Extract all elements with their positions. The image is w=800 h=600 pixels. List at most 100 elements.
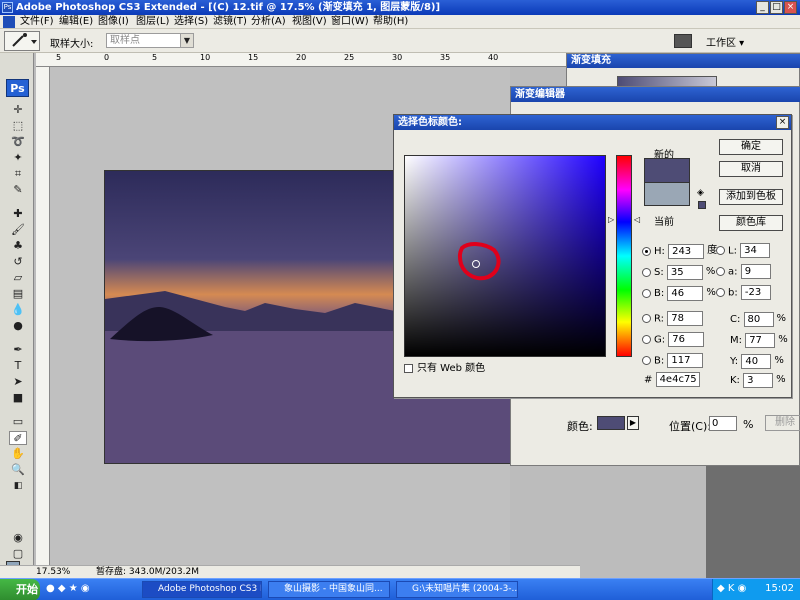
healing-brush-icon[interactable]: ✚ — [9, 207, 27, 221]
saturation-brightness-field[interactable] — [404, 155, 606, 357]
red-radio[interactable] — [642, 314, 651, 323]
black-row: K: 3% — [730, 372, 786, 388]
cancel-button[interactable]: 取消 — [719, 161, 783, 177]
menu-window[interactable]: 窗口(W) — [331, 15, 369, 29]
pen-tool-icon[interactable]: ✒ — [9, 343, 27, 357]
close-button[interactable]: × — [784, 1, 797, 14]
only-web-colors[interactable]: 只有 Web 颜色 — [404, 361, 485, 377]
window-title-bar[interactable]: Adobe Photoshop CS3 Extended - [(C) 12.t… — [0, 0, 800, 15]
brightness-radio[interactable] — [642, 288, 651, 298]
start-button[interactable]: 开始 — [0, 579, 40, 600]
workspace-button[interactable]: 工作区 ▾ — [706, 34, 744, 49]
checkbox[interactable] — [404, 363, 413, 373]
yellow-field[interactable]: 40 — [741, 353, 772, 369]
menu-edit[interactable]: 编辑(E) — [59, 15, 93, 29]
saturation-field[interactable]: 35 — [666, 264, 703, 280]
status-bar: 17.53% 暂存盘: 343.0M/203.2M — [0, 565, 580, 579]
path-selection-icon[interactable]: ➤ — [9, 375, 27, 389]
menu-help[interactable]: 帮助(H) — [373, 15, 408, 29]
hex-field[interactable]: 4e4c75 — [655, 372, 700, 387]
type-tool-icon[interactable]: T — [9, 359, 27, 373]
task-browser[interactable]: 象山摄影 - 中国象山同... — [268, 581, 390, 598]
color-stop-swatch[interactable] — [597, 416, 625, 430]
menu-select[interactable]: 选择(S) — [174, 15, 208, 29]
color-libraries-button[interactable]: 颜色库 — [719, 215, 783, 231]
gradient-fill-title: 渐变填充 — [567, 54, 800, 68]
menu-view[interactable]: 视图(V) — [292, 15, 327, 29]
current-color-swatch[interactable] — [644, 182, 690, 206]
green-field[interactable]: 76 — [668, 332, 705, 347]
lab-b-row: b: -23 — [716, 285, 771, 301]
position-field[interactable]: 0 — [709, 416, 737, 431]
add-to-swatches-button[interactable]: 添加到色板 — [719, 189, 783, 205]
task-photoshop[interactable]: Adobe Photoshop CS3 E... — [142, 581, 262, 598]
lasso-tool-icon[interactable]: ➰ — [9, 135, 27, 149]
history-brush-icon[interactable]: ↺ — [9, 255, 27, 269]
web-safe-swatch[interactable] — [698, 201, 706, 209]
menu-image[interactable]: 图像(I) — [98, 15, 129, 29]
quick-mask-icon[interactable]: ◉ — [9, 531, 27, 545]
brush-tool-icon[interactable]: 🖌 — [9, 223, 27, 237]
palette-icon[interactable] — [674, 34, 692, 48]
magenta-row: M: 77% — [730, 332, 788, 348]
lab-l-field[interactable]: 34 — [740, 243, 771, 258]
lab-l-radio[interactable] — [716, 246, 725, 255]
gradient-tool-icon[interactable]: ▤ — [9, 287, 27, 301]
quick-launch-icons[interactable]: ● ◆ ★ ◉ — [46, 583, 90, 594]
cyan-field[interactable]: 80 — [743, 311, 774, 327]
slice-tool-icon[interactable]: ✎ — [9, 183, 27, 197]
hue-field[interactable]: 243 — [668, 243, 705, 259]
blur-tool-icon[interactable]: 💧 — [9, 303, 27, 317]
green-radio[interactable] — [642, 335, 651, 344]
blue-field[interactable]: 117 — [667, 353, 704, 368]
eraser-tool-icon[interactable]: ▱ — [9, 271, 27, 285]
red-field[interactable]: 78 — [667, 311, 704, 326]
lab-a-radio[interactable] — [716, 267, 725, 276]
hex-row: # 4e4c75 — [644, 372, 700, 388]
magic-wand-icon[interactable]: ✦ — [9, 151, 27, 165]
notes-tool-icon[interactable]: ▭ — [9, 415, 27, 429]
tray-icons[interactable]: ◆ K ◉ — [717, 583, 746, 594]
magenta-field[interactable]: 77 — [745, 332, 776, 348]
lab-a-row: a: 9 — [716, 264, 771, 280]
saturation-radio[interactable] — [642, 267, 651, 277]
lab-b-field[interactable]: -23 — [740, 285, 771, 300]
brightness-field[interactable]: 46 — [667, 285, 704, 301]
saturation-row: S: 35% — [642, 264, 715, 280]
tool-preset-picker[interactable] — [4, 31, 40, 51]
red-row: R: 78 — [642, 311, 704, 327]
ok-button[interactable]: 确定 — [719, 139, 783, 155]
lab-a-field[interactable]: 9 — [740, 264, 771, 279]
sample-size-select[interactable]: 取样点 ▼ — [106, 33, 194, 48]
document-icon[interactable] — [3, 16, 15, 28]
menu-filter[interactable]: 滤镜(T) — [213, 15, 247, 29]
minimize-button[interactable]: _ — [756, 1, 769, 14]
color-stop-label: 颜色: — [567, 420, 593, 433]
black-field[interactable]: 3 — [743, 372, 774, 388]
task-folder[interactable]: G:\未知唱片集 (2004-3-... — [396, 581, 518, 598]
blue-radio[interactable] — [642, 356, 651, 365]
gradient-editor-title: 渐变编辑器 — [511, 87, 800, 102]
hue-slider[interactable] — [616, 155, 632, 357]
menu-file[interactable]: 文件(F) — [20, 15, 54, 29]
hand-tool-icon[interactable]: ✋ — [9, 447, 27, 461]
out-of-gamut-icon[interactable]: ◈ — [697, 188, 704, 198]
dodge-tool-icon[interactable]: ● — [9, 319, 27, 333]
arrow-right-icon[interactable]: ▶ — [627, 416, 639, 430]
default-colors-icon[interactable]: ◧ — [9, 479, 27, 493]
shape-tool-icon[interactable]: ■ — [9, 391, 27, 405]
clone-stamp-icon[interactable]: ♣ — [9, 239, 27, 253]
delete-stop-button[interactable]: 删除 — [765, 415, 800, 431]
lab-b-radio[interactable] — [716, 288, 725, 297]
eyedropper-tool-icon[interactable]: ✐ — [9, 431, 27, 445]
zoom-tool-icon[interactable]: 🔍 — [9, 463, 27, 477]
menu-layer[interactable]: 图层(L) — [136, 15, 169, 29]
crop-tool-icon[interactable]: ⌗ — [9, 167, 27, 181]
close-icon[interactable]: × — [776, 116, 789, 129]
marquee-tool-icon[interactable]: ⬚ — [9, 119, 27, 133]
hue-radio[interactable] — [642, 246, 651, 256]
move-tool-icon[interactable]: ✛ — [9, 103, 27, 117]
menu-analysis[interactable]: 分析(A) — [251, 15, 286, 29]
screen-mode-icon[interactable]: ▢ — [9, 547, 27, 561]
maximize-button[interactable]: □ — [770, 1, 783, 14]
